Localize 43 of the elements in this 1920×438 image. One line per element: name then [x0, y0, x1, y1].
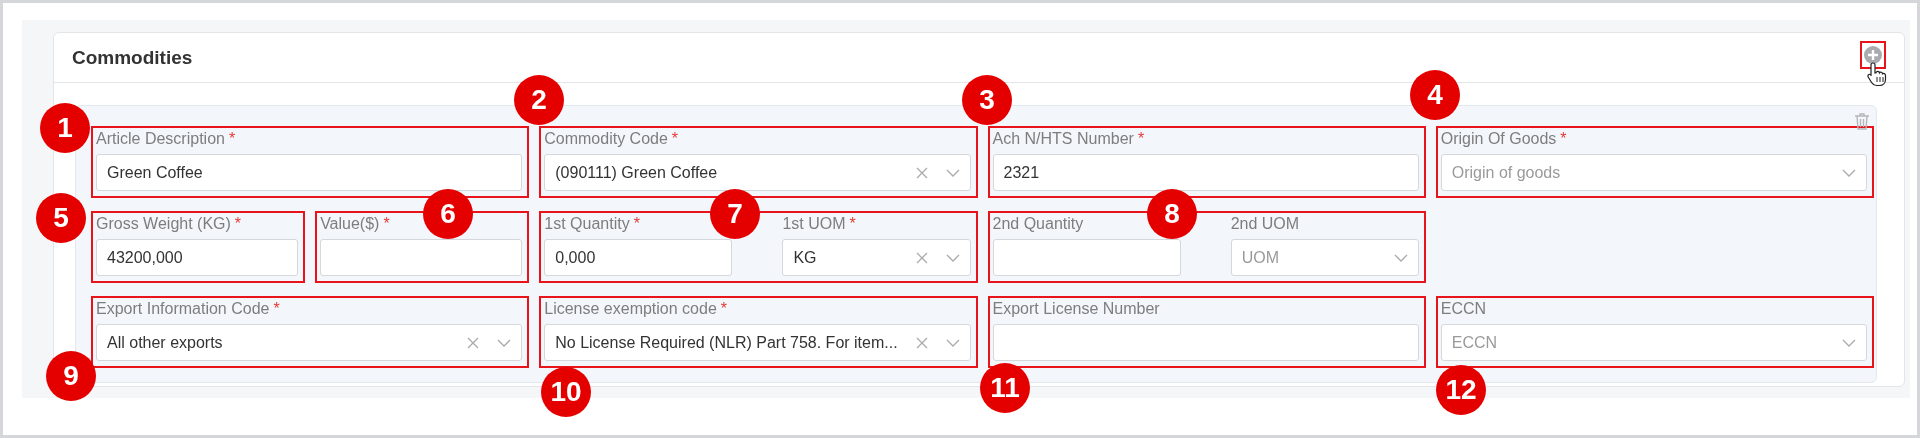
field-label: License exemption code * [544, 300, 729, 318]
field-label: Commodity Code * [544, 130, 680, 148]
number-badge: 10 [541, 367, 591, 417]
trash-icon[interactable] [1854, 112, 1870, 130]
field-label: 1st UOM * [782, 215, 857, 233]
chevron-down-icon [1842, 338, 1856, 347]
text-field[interactable] [992, 239, 1181, 276]
text-field[interactable]: 2321 [992, 154, 1419, 191]
select-field[interactable]: No License Required (NLR) Part 758. For item... [544, 324, 971, 361]
chevron-down-icon [1393, 253, 1408, 262]
hand-cursor-icon [1866, 61, 1888, 87]
plus-circle-icon [1863, 45, 1883, 65]
chevron-down-icon [497, 338, 512, 347]
field-label: Export License Number [992, 300, 1161, 318]
field-label: 1st Quantity * [544, 215, 641, 233]
field-label: ECCN [1440, 300, 1488, 318]
text-field[interactable]: Green Coffee [96, 154, 523, 191]
text-field[interactable]: 43200,000 [96, 239, 299, 276]
add-button[interactable] [1860, 41, 1886, 69]
chevron-down-icon [945, 253, 960, 262]
select-field[interactable]: KG [782, 239, 971, 276]
chevron-down-icon [945, 338, 960, 347]
clear-icon[interactable] [915, 166, 928, 179]
field-label: 2nd UOM [1230, 215, 1301, 233]
clear-icon[interactable] [467, 336, 480, 349]
field-label: Article Description * [96, 130, 237, 148]
select-field[interactable]: (090111) Green Coffee [544, 154, 971, 191]
clear-icon[interactable] [915, 251, 928, 264]
text-field[interactable] [992, 324, 1419, 361]
text-field[interactable] [320, 239, 523, 276]
field-label: Ach N/HTS Number * [992, 130, 1146, 148]
chevron-down-icon [945, 168, 960, 177]
field-label: 2nd Quantity [992, 215, 1085, 233]
chevron-down-icon [1842, 168, 1856, 177]
field-label: Gross Weight (KG) * [96, 215, 243, 233]
number-badge: 12 [1436, 365, 1486, 415]
select-field[interactable]: All other exports [96, 324, 523, 361]
field-label: Export Information Code * [96, 300, 281, 318]
clear-icon[interactable] [915, 336, 928, 349]
section-title: Commodities [72, 46, 193, 69]
field-label: Value($) * [320, 215, 391, 233]
text-field[interactable]: 0,000 [544, 239, 733, 276]
field-label: Origin Of Goods * [1440, 130, 1568, 148]
